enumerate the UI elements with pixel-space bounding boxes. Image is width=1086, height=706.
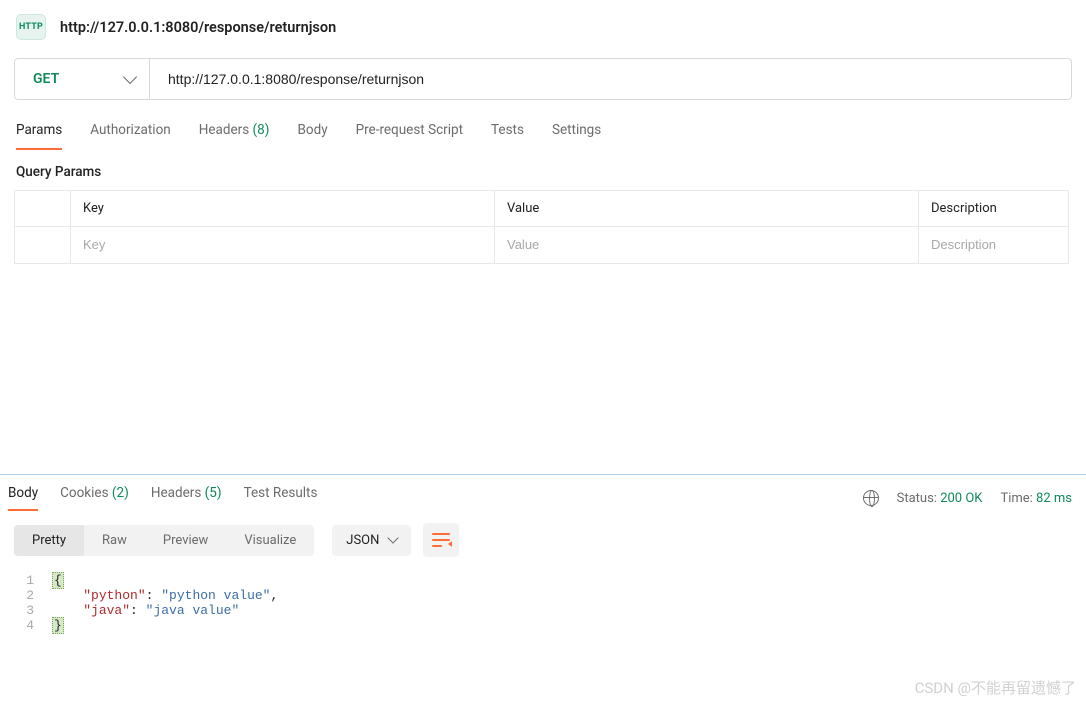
status-value: 200 OK <box>940 491 982 506</box>
response-meta: Status: 200 OK Time: 82 ms <box>863 490 1072 506</box>
chevron-down-icon <box>123 70 137 84</box>
method-select[interactable]: GET <box>15 59 150 99</box>
line-number: 3 <box>14 603 52 618</box>
tab-params[interactable]: Params <box>16 122 62 150</box>
view-raw-button[interactable]: Raw <box>84 525 145 556</box>
url-input[interactable] <box>150 59 1071 99</box>
resp-tab-cookies-label: Cookies <box>60 485 108 501</box>
tab-settings[interactable]: Settings <box>552 122 601 150</box>
http-badge-icon: HTTP <box>16 14 46 40</box>
code-line: 2 "python": "python value", <box>14 588 1072 603</box>
status-block: Status: 200 OK <box>897 491 983 506</box>
value-input[interactable] <box>507 237 906 252</box>
wrap-icon <box>432 533 450 547</box>
status-label: Status: <box>897 491 937 506</box>
tab-headers[interactable]: Headers (8) <box>199 122 270 150</box>
view-pretty-button[interactable]: Pretty <box>14 525 84 556</box>
watermark: CSDN @不能再留遗憾了 <box>915 677 1076 698</box>
code-line: 3 "java": "java value" <box>14 603 1072 618</box>
line-number: 4 <box>14 618 52 633</box>
key-input[interactable] <box>83 237 482 252</box>
time-label: Time: <box>1000 491 1032 506</box>
view-visualize-button[interactable]: Visualize <box>226 525 314 556</box>
method-label: GET <box>33 71 59 87</box>
tab-body[interactable]: Body <box>297 122 327 150</box>
query-params-table: Key Value Description <box>14 190 1069 264</box>
th-value: Value <box>495 191 919 227</box>
resp-tab-headers-label: Headers <box>151 485 201 501</box>
th-description: Description <box>919 191 1069 227</box>
tab-tests[interactable]: Tests <box>491 122 524 150</box>
code-line: 1 { <box>14 573 1072 588</box>
request-bar: GET <box>14 58 1072 100</box>
request-tabs: Params Authorization Headers (8) Body Pr… <box>0 100 1086 150</box>
response-tabs: Body Cookies (2) Headers (5) Test Result… <box>8 485 317 511</box>
tab-headers-count: (8) <box>253 122 270 138</box>
wrap-lines-button[interactable] <box>423 523 459 557</box>
view-preview-button[interactable]: Preview <box>145 525 226 556</box>
resp-tab-headers-count: (5) <box>205 485 222 501</box>
format-select[interactable]: JSON <box>332 525 411 556</box>
table-row <box>15 227 1069 264</box>
tab-headers-label: Headers <box>199 122 249 138</box>
request-title: http://127.0.0.1:8080/response/returnjso… <box>60 19 336 36</box>
resp-tab-body[interactable]: Body <box>8 485 38 511</box>
description-input[interactable] <box>931 237 1056 252</box>
view-group: Pretty Raw Preview Visualize <box>14 525 314 556</box>
chevron-down-icon <box>388 532 399 543</box>
tab-authorization[interactable]: Authorization <box>90 122 170 150</box>
response-body[interactable]: 1 { 2 "python": "python value", 3 "java"… <box>0 569 1086 637</box>
table-header-row: Key Value Description <box>15 191 1069 227</box>
resp-tab-cookies[interactable]: Cookies (2) <box>60 485 129 511</box>
th-key: Key <box>71 191 495 227</box>
format-label: JSON <box>346 533 379 548</box>
line-number: 2 <box>14 588 52 603</box>
globe-icon[interactable] <box>863 490 879 506</box>
brace-close: } <box>52 617 64 634</box>
resp-tab-cookies-count: (2) <box>112 485 129 501</box>
brace-open: { <box>52 572 64 589</box>
code-line: 4 } <box>14 618 1072 633</box>
time-block: Time: 82 ms <box>1000 491 1072 506</box>
time-value: 82 ms <box>1036 491 1072 506</box>
query-params-title: Query Params <box>0 150 1086 190</box>
response-bar: Body Cookies (2) Headers (5) Test Result… <box>0 474 1086 511</box>
resp-tab-test-results[interactable]: Test Results <box>244 485 318 511</box>
view-bar: Pretty Raw Preview Visualize JSON <box>0 511 1086 569</box>
request-header: HTTP http://127.0.0.1:8080/response/retu… <box>0 0 1086 58</box>
tab-prerequest-script[interactable]: Pre-request Script <box>356 122 463 150</box>
resp-tab-headers[interactable]: Headers (5) <box>151 485 222 511</box>
line-number: 1 <box>14 573 52 588</box>
